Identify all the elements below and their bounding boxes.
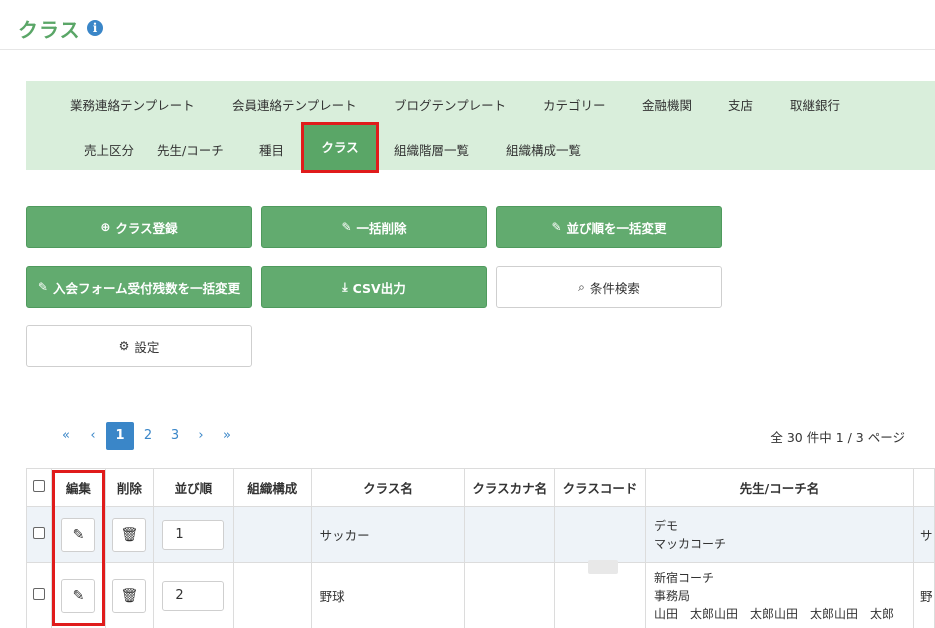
delete-cell: 🗑 <box>104 506 154 563</box>
class-register-button[interactable]: ⊕ クラス登録 <box>26 206 252 248</box>
pencil-icon: ✎ <box>72 526 85 543</box>
table-row: ✎ 🗑 サッカー デモ マッカコーチ サ <box>26 506 935 563</box>
nav-item-org-hierarchy[interactable]: 組織階層一覧 <box>394 140 469 159</box>
nav-item-event-type[interactable]: 種目 <box>259 140 284 159</box>
settings-label: 設定 <box>134 339 160 355</box>
nav-item-coach[interactable]: 先生/コーチ <box>157 140 224 159</box>
trash-icon: 🗑 <box>120 526 139 543</box>
trash-icon: 🗑 <box>120 587 139 604</box>
order-cell <box>152 562 234 628</box>
bulk-remaining-label: 入会フォーム受付残数を一括変更 <box>52 280 241 296</box>
nav-item-category[interactable]: カテゴリー <box>543 95 606 114</box>
org-cell <box>232 562 312 628</box>
page-count: 全 30 件中 1 / 3 ページ <box>770 430 905 445</box>
edit-cell: ✎ <box>50 506 106 563</box>
nav-item-bank[interactable]: 金融機関 <box>642 95 692 114</box>
select-all-cell <box>26 468 52 507</box>
search-button[interactable]: ⌕ 条件検索 <box>496 266 722 308</box>
coach-cell: デモ マッカコーチ <box>644 506 914 563</box>
download-icon: ⤓ <box>342 279 348 294</box>
plus-circle-icon: ⊕ <box>100 220 111 234</box>
extra-cell: 野 <box>912 562 935 628</box>
bulk-remaining-button[interactable]: ✎ 入会フォーム受付残数を一括変更 <box>26 266 252 308</box>
table-row: ✎ 🗑 野球 新宿コーチ 事務局 山田 太郎山田 太郎山田 太郎山田 太郎 野 <box>26 562 935 628</box>
row-select-cell <box>26 562 52 628</box>
pencil-icon: ✎ <box>551 220 562 234</box>
edit-button[interactable]: ✎ <box>61 578 96 613</box>
class-name-cell: サッカー <box>310 506 466 563</box>
pencil-icon: ✎ <box>341 220 352 234</box>
search-label: 条件検索 <box>589 280 640 296</box>
coach-name: マッカコーチ <box>653 536 726 551</box>
col-order: 並び順 <box>152 468 234 507</box>
class-kana-cell <box>464 506 556 563</box>
prev-page-link[interactable]: ‹ <box>83 422 103 450</box>
last-page-link[interactable]: » <box>216 422 238 450</box>
nav-item-business-template[interactable]: 業務連絡テンプレート <box>70 95 195 114</box>
settings-nav: 業務連絡テンプレート 会員連絡テンプレート ブログテンプレート カテゴリー 金融… <box>26 81 935 173</box>
csv-export-button[interactable]: ⤓ CSV出力 <box>261 266 487 308</box>
bulk-delete-label: 一括削除 <box>356 220 407 236</box>
class-kana-cell <box>464 562 556 628</box>
edit-cell: ✎ <box>50 562 106 628</box>
first-page-link[interactable]: « <box>55 422 77 450</box>
coach-name: 山田 太郎山田 太郎山田 太郎山田 太郎 <box>653 606 894 621</box>
coach-name: 事務局 <box>653 588 690 603</box>
row-checkbox[interactable] <box>32 588 45 600</box>
order-input[interactable] <box>162 519 225 550</box>
settings-button[interactable]: ⚙ 設定 <box>26 325 252 367</box>
pencil-icon: ✎ <box>37 280 48 294</box>
nav-item-class[interactable]: クラス <box>301 122 379 173</box>
csv-export-label: CSV出力 <box>352 280 406 296</box>
page-link-3[interactable]: 3 <box>164 422 186 450</box>
nav-item-member-template[interactable]: 会員連絡テンプレート <box>232 95 357 114</box>
row-select-cell <box>26 506 52 563</box>
col-coach: 先生/コーチ名 <box>644 468 914 507</box>
col-class-name: クラス名 <box>310 468 466 507</box>
table-header-row: 編集 削除 並び順 組織構成 クラス名 クラスカナ名 クラスコード 先生/コーチ… <box>26 468 935 507</box>
bulk-order-label: 並び順を一括変更 <box>566 220 667 236</box>
delete-button[interactable]: 🗑 <box>112 578 147 613</box>
edit-button[interactable]: ✎ <box>61 517 96 552</box>
org-cell <box>232 506 312 563</box>
tooltip <box>588 560 618 574</box>
col-extra <box>912 468 935 507</box>
nav-item-org-structure[interactable]: 組織構成一覧 <box>506 140 581 159</box>
nav-item-blog-template[interactable]: ブログテンプレート <box>394 95 506 114</box>
coach-name: 新宿コーチ <box>653 570 714 585</box>
next-page-link[interactable]: › <box>191 422 211 450</box>
page-link-1[interactable]: 1 <box>106 422 134 450</box>
pencil-icon: ✎ <box>72 587 85 604</box>
page-link-2[interactable]: 2 <box>137 422 159 450</box>
select-all-checkbox[interactable] <box>32 480 45 492</box>
class-name-cell: 野球 <box>310 562 466 628</box>
nav-item-transfer-bank[interactable]: 取継銀行 <box>790 95 840 114</box>
search-icon: ⌕ <box>578 279 585 294</box>
nav-item-branch[interactable]: 支店 <box>728 95 753 114</box>
col-org: 組織構成 <box>232 468 312 507</box>
col-class-kana: クラスカナ名 <box>464 468 556 507</box>
bulk-delete-button[interactable]: ✎ 一括削除 <box>261 206 487 248</box>
col-class-code: クラスコード <box>554 468 646 507</box>
class-code-cell <box>554 506 646 563</box>
order-cell <box>152 506 234 563</box>
page-header: クラス i <box>0 0 935 50</box>
row-checkbox[interactable] <box>32 527 45 539</box>
nav-item-sales-division[interactable]: 売上区分 <box>84 140 134 159</box>
class-table: 編集 削除 並び順 組織構成 クラス名 クラスカナ名 クラスコード 先生/コーチ… <box>26 468 935 628</box>
order-input[interactable] <box>162 580 225 611</box>
bulk-order-button[interactable]: ✎ 並び順を一括変更 <box>496 206 722 248</box>
extra-cell: サ <box>912 506 935 563</box>
page-title: クラス <box>18 18 81 42</box>
col-edit: 編集 <box>50 468 106 507</box>
coach-cell: 新宿コーチ 事務局 山田 太郎山田 太郎山田 太郎山田 太郎 <box>644 562 914 628</box>
col-delete: 削除 <box>104 468 154 507</box>
gear-icon: ⚙ <box>118 339 130 353</box>
coach-name: デモ <box>653 518 678 533</box>
delete-button[interactable]: 🗑 <box>112 517 147 552</box>
info-icon[interactable]: i <box>87 20 103 36</box>
class-register-label: クラス登録 <box>115 220 178 236</box>
delete-cell: 🗑 <box>104 562 154 628</box>
